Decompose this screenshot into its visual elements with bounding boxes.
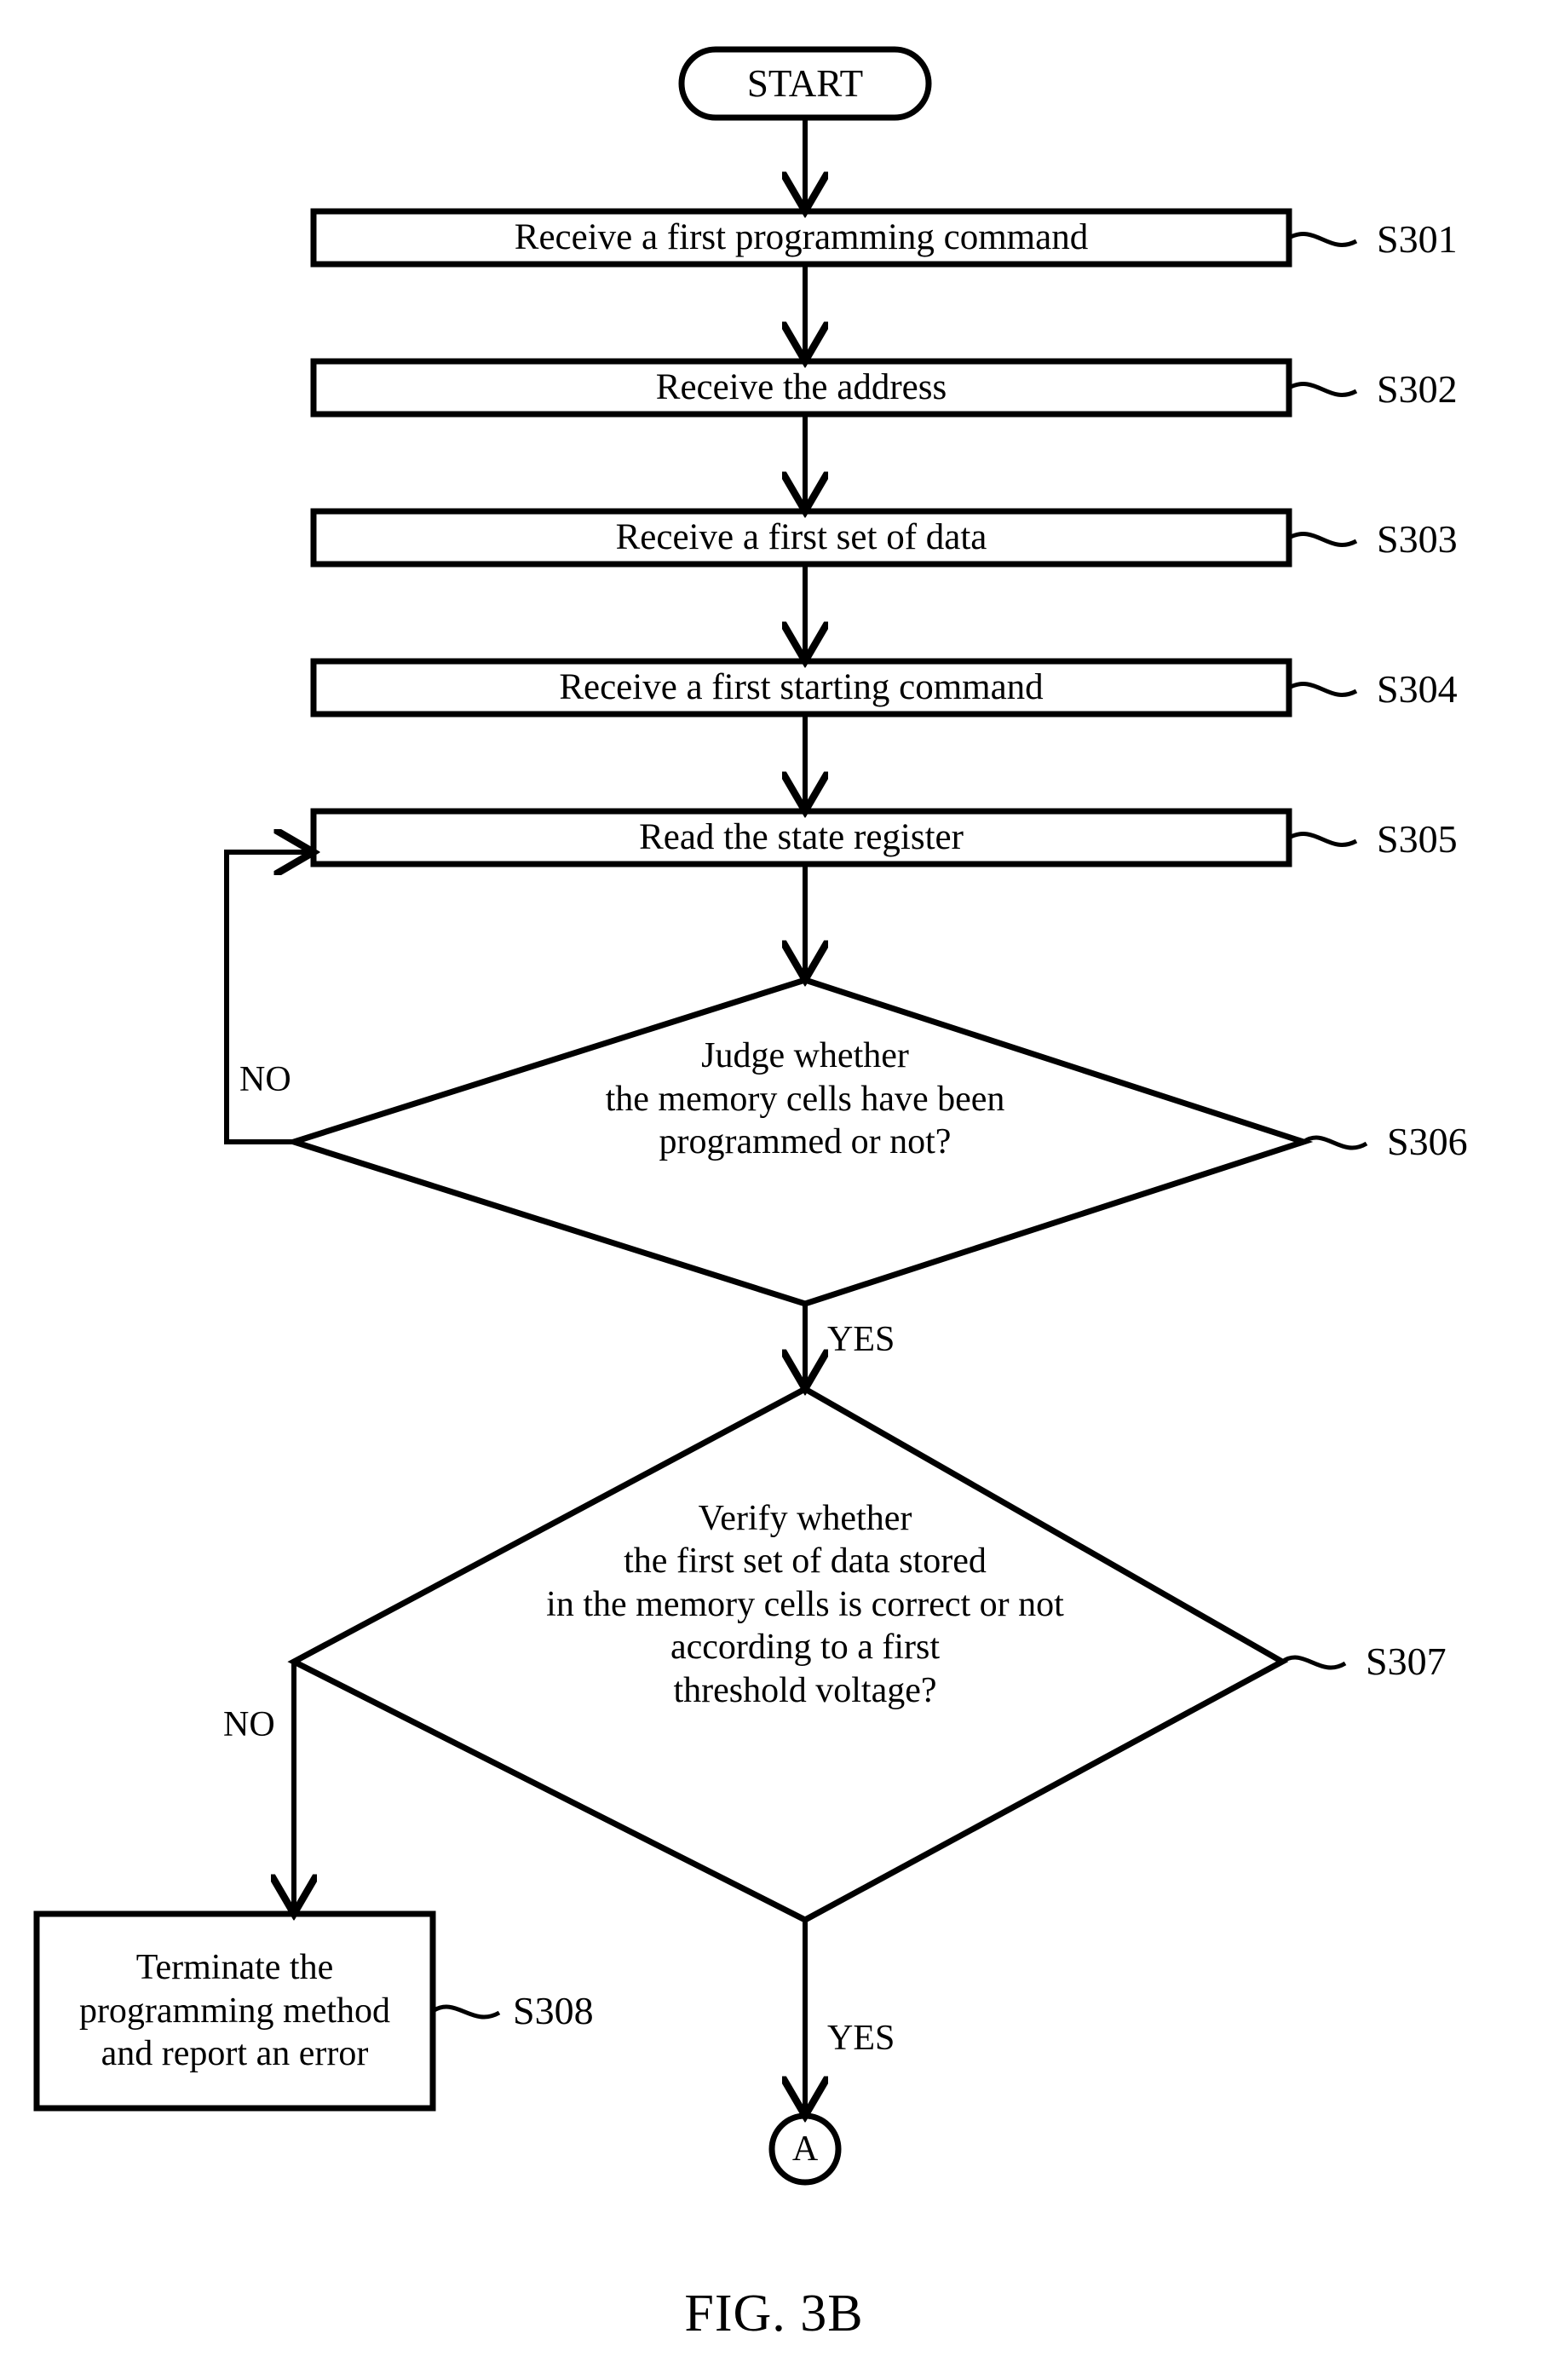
connector-a-shape [768, 2112, 842, 2186]
s302-box-shape [310, 358, 1292, 418]
s305-step-tag: S305 [1377, 817, 1458, 861]
s304-box-shape [310, 658, 1292, 717]
s308-step-tag: S308 [513, 1989, 594, 2032]
leader-s304 [1287, 682, 1358, 697]
s308-box-shape [33, 1910, 436, 2112]
leader-s303 [1287, 532, 1358, 547]
s306-step-tag: S306 [1387, 1120, 1468, 1163]
s307-no-branch-label: NO [223, 1705, 275, 1744]
figure-canvas: START Receive a first programming comman… [0, 0, 1548, 2380]
s304-step-tag: S304 [1377, 667, 1458, 711]
leader-s305 [1287, 832, 1358, 847]
s303-step-tag: S303 [1377, 517, 1458, 561]
s306-diamond-shape [284, 977, 1314, 1307]
s307-yes-branch-label: YES [827, 2019, 895, 2058]
figure-caption: FIG. 3B [684, 2285, 864, 2343]
s305-box-shape [310, 808, 1292, 867]
s307-step-tag: S307 [1366, 1639, 1447, 1683]
s307-diamond-shape [287, 1386, 1289, 1923]
s302-step-tag: S302 [1377, 367, 1458, 411]
s306-no-branch-label: NO [239, 1060, 291, 1099]
leader-s307 [1280, 1655, 1347, 1670]
start-terminator-shape [678, 46, 932, 121]
flowchart-drawing [33, 46, 1368, 2186]
s301-step-tag: S301 [1377, 217, 1458, 261]
leader-s301 [1287, 232, 1358, 247]
leader-s302 [1287, 382, 1358, 397]
s301-box-shape [310, 208, 1292, 268]
leader-s308 [431, 2004, 501, 2020]
s306-yes-branch-label: YES [827, 1320, 895, 1359]
s303-box-shape [310, 508, 1292, 568]
leader-s306 [1302, 1135, 1368, 1150]
